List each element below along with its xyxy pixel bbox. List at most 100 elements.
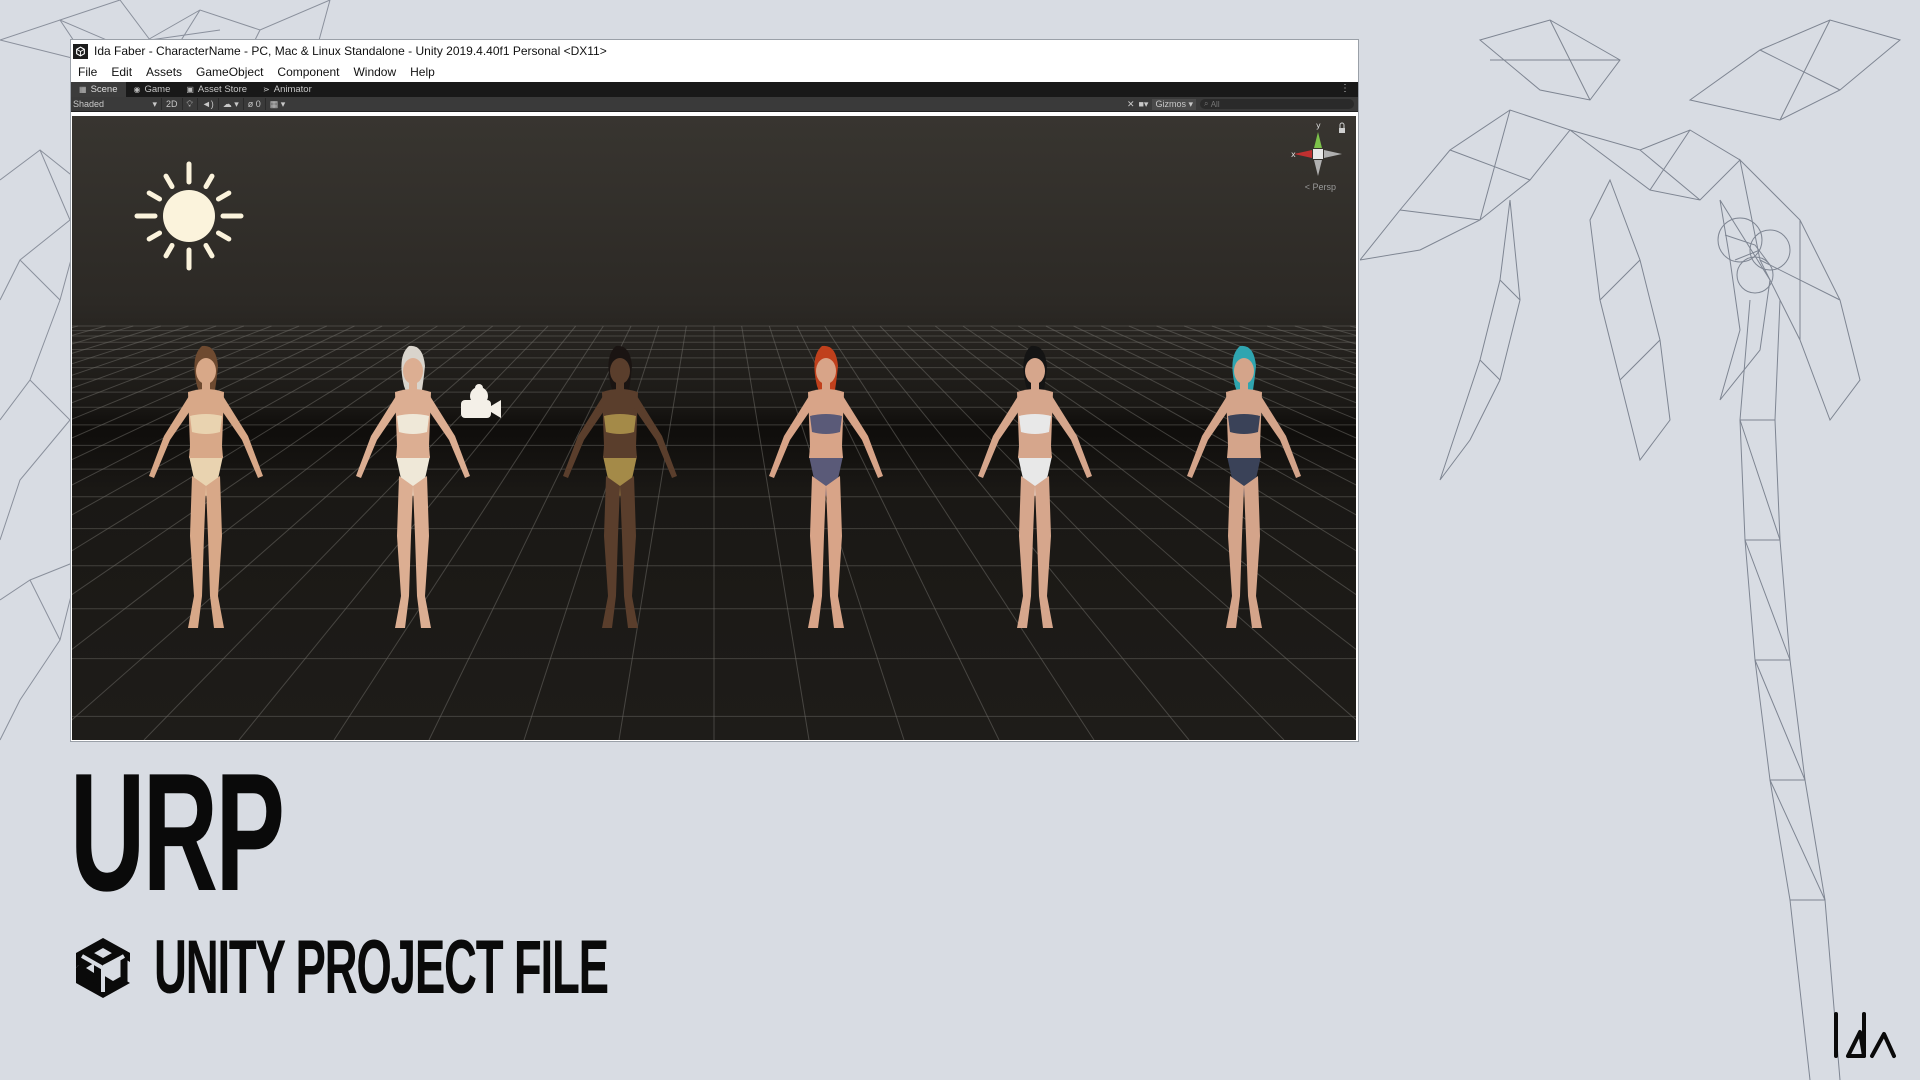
tab-scene-label: Scene [90,84,118,95]
scene-viewport[interactable]: x y < Persp [72,116,1356,740]
scene-canvas[interactable]: x y [72,116,1356,740]
grid-line [1294,325,1356,345]
character-4-left-leg [808,476,826,628]
character-6-top [1228,414,1260,434]
character-5[interactable] [978,345,1092,628]
grid-line [72,325,134,345]
character-3-top [604,414,636,434]
title-bar: Ida Faber - CharacterName - PC, Mac & Li… [71,40,1358,62]
gizmo-x-label: x [1291,150,1296,159]
character-lineup [149,345,1301,628]
character-5-left-arm [978,396,1021,478]
grid-line [523,325,660,740]
character-5-hips [1018,446,1052,458]
character-1-left-leg [188,476,206,628]
character-2[interactable] [356,345,470,628]
shading-mode-value: Shaded [73,98,105,109]
grid-line [934,325,1356,650]
character-1[interactable] [149,345,263,628]
character-3-neck [616,382,624,390]
grid-line [428,325,632,740]
character-6-hips [1227,446,1261,458]
menu-edit[interactable]: Edit [104,65,139,79]
persp-text: Persp [1312,182,1336,192]
slide-heading: URP [70,738,285,926]
lighting-toggle-button[interactable]: 💡︎ [181,98,197,110]
tab-asset-store[interactable]: ▣ Asset Store [178,82,255,97]
grid-line [1073,325,1356,461]
sun-ray [203,242,215,259]
character-2-head [403,358,423,384]
persp-label[interactable]: < Persp [1305,182,1336,192]
character-1-head [196,358,216,384]
hidden-objects-toggle[interactable]: ø 0 [242,98,265,110]
palm-wireframe-right [1360,19,1902,1080]
character-3-left-leg [602,476,620,628]
character-2-left-arm [356,396,399,478]
lock-icon[interactable] [1339,122,1345,133]
character-4-head [816,358,836,384]
animator-icon: ⋗ [263,85,270,94]
character-4[interactable] [769,345,883,628]
character-6-head [1234,358,1254,384]
menu-assets[interactable]: Assets [139,65,189,79]
character-5-left-leg [1017,476,1035,628]
character-5-neck [1031,382,1039,390]
unity-logo-icon [73,43,88,59]
grid-dropdown[interactable]: ▦ ▾ [264,98,290,110]
gizmos-dropdown[interactable]: Gizmos ▾ [1152,98,1196,110]
character-2-hips [396,446,430,458]
kebab-menu-icon[interactable]: ⋮ [1340,83,1350,94]
window-title: Ida Faber - CharacterName - PC, Mac & Li… [94,44,607,58]
character-4-neck [822,382,830,390]
character-3-head [610,358,630,384]
editor-tab-bar: ▦ Scene ◉ Game ▣ Asset Store ⋗ Animator … [71,82,1358,97]
effects-icon: ☁ ▾ [222,98,239,109]
slide-subheading: UNITY PROJECT FILE [154,925,609,1010]
directional-light-icon[interactable] [134,161,244,271]
character-1-hips [189,446,223,458]
lightbulb-icon: 💡︎ [186,98,193,109]
grid-line [741,325,810,740]
character-5-right-arm [1049,396,1092,478]
toggle-2d-button[interactable]: 2D [161,98,182,110]
camera-gizmo-icon[interactable] [461,384,501,418]
character-6-right-arm [1258,396,1301,478]
tab-game[interactable]: ◉ Game [126,82,179,97]
gamepad-icon: ◉ [133,85,141,94]
tab-asset-store-label: Asset Store [197,84,248,95]
character-1-right-leg [206,476,224,628]
character-3-right-leg [620,476,638,628]
search-icon: ⌕ [1204,99,1209,108]
menu-component[interactable]: Component [270,65,346,79]
menu-window[interactable]: Window [346,65,403,79]
shading-mode-dropdown[interactable]: Shaded ▾ [71,99,161,110]
menu-help[interactable]: Help [403,65,442,79]
camera-dropdown[interactable]: ■▾ [1138,99,1148,110]
character-4-top [810,414,842,434]
character-1-top [190,414,222,434]
scene-search-input[interactable]: ⌕ All [1200,99,1354,109]
tab-scene[interactable]: ▦ Scene [71,82,126,97]
tools-icon[interactable]: ✕ [1127,99,1135,110]
orientation-gizmo[interactable]: x y [1291,121,1342,176]
character-2-top [397,414,429,434]
menu-bar: File Edit Assets GameObject Component Wi… [71,62,1358,82]
search-placeholder: All [1210,99,1220,109]
gizmos-label: Gizmos [1155,98,1186,109]
chevron-down-icon: ▾ [152,98,157,109]
menu-gameobject[interactable]: GameObject [189,65,270,79]
menu-file[interactable]: File [71,65,104,79]
grid-line [1183,325,1356,389]
grid-line [72,325,438,552]
grid-icon: ▦ ▾ [269,98,286,109]
effects-dropdown[interactable]: ☁ ▾ [217,98,243,110]
tab-animator-label: Animator [273,84,312,95]
ida-faber-logo [1834,1012,1896,1058]
grid-line [1017,325,1356,516]
character-2-neck [409,382,417,390]
scene-toolbar: Shaded ▾ 2D 💡︎ ◄) ☁ ▾ ø 0 ▦ ▾ ✕ ■▾ Gizmo… [71,97,1358,112]
audio-toggle-button[interactable]: ◄) [196,98,218,110]
character-3-hips [603,446,637,458]
tab-animator[interactable]: ⋗ Animator [255,82,320,97]
